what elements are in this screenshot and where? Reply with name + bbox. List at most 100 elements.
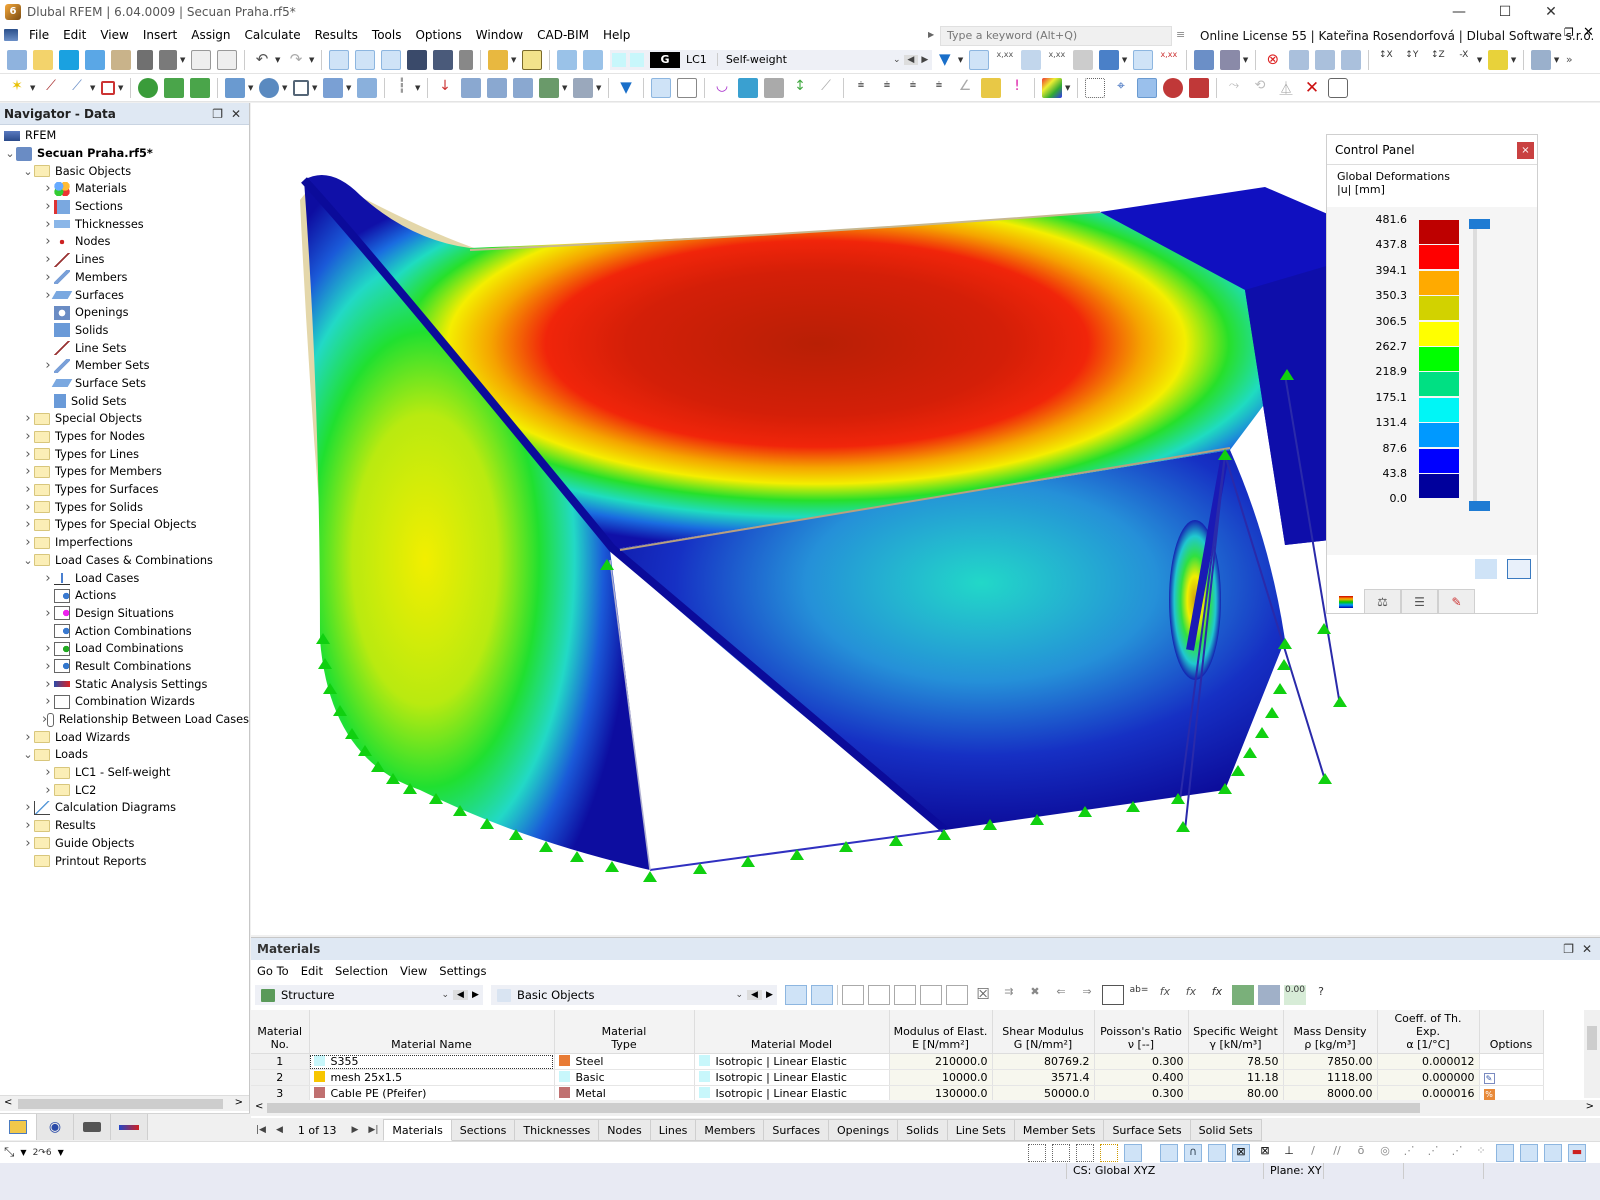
sheet-tab-members[interactable]: Members [696, 1119, 765, 1141]
menu-window[interactable]: Window [469, 24, 530, 46]
move-right-icon[interactable]: ⇒ [1076, 985, 1098, 1005]
search-options-icon[interactable]: ≡ [1176, 28, 1185, 41]
snap-grid-icon[interactable] [1160, 1144, 1178, 1162]
numbering-icon[interactable]: 2↷6 [33, 1148, 52, 1158]
chevron-down-icon[interactable]: ⌄ [890, 55, 904, 65]
show-results-icon[interactable] [968, 49, 989, 70]
sheet-tab-surface-sets[interactable]: Surface Sets [1104, 1119, 1191, 1141]
new-model-icon[interactable] [7, 49, 27, 70]
scale-max-handle[interactable] [1469, 219, 1490, 229]
opening-dropdown-icon[interactable]: ▼ [312, 78, 320, 98]
deformation-values-icon[interactable]: x,xx [1159, 50, 1179, 70]
color-scheme-icon[interactable] [1042, 77, 1062, 98]
panel-restore-icon[interactable]: ❐ [1564, 26, 1574, 39]
table-menu-edit[interactable]: Edit [295, 964, 329, 978]
load-case-edit-icon[interactable] [583, 49, 603, 70]
menu-assign[interactable]: Assign [184, 24, 237, 46]
report-icon[interactable] [191, 49, 211, 70]
support-reactions-icon[interactable] [1020, 49, 1041, 70]
new-opening-icon[interactable] [293, 79, 309, 96]
sheet-tab-materials[interactable]: Materials [383, 1119, 452, 1141]
printout-icon[interactable] [217, 49, 237, 70]
view-y-icon[interactable]: ↕Y [1402, 50, 1422, 70]
work-plane-xy-icon[interactable] [1137, 77, 1157, 98]
scroll-thumb[interactable] [18, 1099, 223, 1109]
polyline-icon[interactable] [101, 80, 115, 95]
navigator-item-printout-reports[interactable]: Printout Reports [0, 852, 249, 870]
app-menu-icon[interactable] [4, 29, 18, 41]
navigator-item-relationship-between-load-cases[interactable]: › Relationship Between Load Cases [0, 711, 249, 729]
options-cell[interactable]: ✎ [1479, 1069, 1544, 1086]
navigator-item-solids[interactable]: Solids [0, 322, 249, 340]
rotate-icon[interactable]: ⟲ [1250, 78, 1270, 98]
info-icon[interactable] [522, 49, 542, 70]
snap-objects-icon[interactable] [1100, 1144, 1118, 1162]
show-grid-icon[interactable] [1496, 1144, 1514, 1162]
sheet-tab-solids[interactable]: Solids [898, 1119, 948, 1141]
navigator-item-static-analysis-settings[interactable]: › Static Analysis Settings [0, 675, 249, 693]
numbering-dropdown-icon[interactable]: ▼ [58, 1148, 64, 1157]
sheet-tab-thicknesses[interactable]: Thicknesses [515, 1119, 600, 1141]
layers-icon[interactable] [1544, 1144, 1562, 1162]
view-iso-icon[interactable] [1288, 49, 1309, 70]
undo-dropdown-icon[interactable]: ▼ [275, 50, 283, 70]
snap-div-icon[interactable]: ⋰ [1448, 1144, 1466, 1162]
thermal-coeff-cell[interactable]: 0.000000 [1377, 1069, 1480, 1086]
member-load-2-icon[interactable] [487, 77, 507, 98]
reaction-values-icon[interactable]: x,xx [1047, 50, 1067, 70]
navigator-item-rfem[interactable]: RFEM [0, 127, 249, 145]
navigator-toggle-icon[interactable] [329, 49, 349, 70]
navigator-item-imperfections[interactable]: › Imperfections [0, 534, 249, 552]
display-dropdown-icon[interactable]: ▼ [1554, 50, 1562, 70]
snap-box-icon[interactable] [1208, 1144, 1226, 1162]
navigator-float-icon[interactable]: ❐ [212, 103, 223, 125]
redo-dropdown-icon[interactable]: ▼ [309, 50, 317, 70]
menu-calculate[interactable]: Calculate [238, 24, 308, 46]
snap-end-icon[interactable]: ⋰ [1424, 1144, 1442, 1162]
navigator-item-loads[interactable]: ⌄ Loads [0, 746, 249, 764]
material-type-cell[interactable]: Steel [554, 1053, 695, 1070]
navigator-item-types-for-members[interactable]: › Types for Members [0, 463, 249, 481]
control-panel-close-button[interactable]: × [1517, 142, 1534, 159]
line-support-icon[interactable] [164, 77, 184, 98]
next-icon[interactable]: ▶ [762, 990, 777, 1000]
column-header[interactable]: Specific Weight γ [kN/m³] [1188, 1010, 1284, 1054]
node-dropdown-icon[interactable]: ▼ [30, 78, 38, 98]
sync-selection-icon[interactable] [785, 985, 807, 1005]
set-dropdown-icon[interactable]: ▼ [346, 78, 354, 98]
tables-toggle-icon[interactable] [355, 49, 375, 70]
delete-row-icon[interactable] [920, 985, 942, 1005]
table-row[interactable]: 2 mesh 25x1.5 Basic Isotropic | Linear Elas… [251, 1069, 1544, 1086]
navigator-tab-results[interactable] [111, 1114, 148, 1140]
scroll-right-icon[interactable]: > [1586, 1101, 1594, 1112]
keyword-search-input[interactable]: Type a keyword (Alt+Q) [940, 26, 1172, 46]
new-load-case-icon[interactable] [557, 49, 577, 70]
menu-insert[interactable]: Insert [136, 24, 184, 46]
table-hscrollbar[interactable]: < > [251, 1100, 1600, 1116]
material-type-cell[interactable]: Basic [554, 1069, 695, 1086]
snap-guide-icon[interactable] [1124, 1144, 1142, 1162]
chevron-right-icon[interactable]: › [42, 677, 54, 692]
navigator-item-load-combinations[interactable]: › Load Combinations [0, 640, 249, 658]
member-dropdown-icon[interactable]: ▼ [90, 78, 98, 98]
visibility-icon[interactable] [1487, 49, 1508, 70]
chevron-right-icon[interactable]: › [22, 836, 34, 851]
result-values-icon[interactable]: x,xx [995, 50, 1015, 70]
options-cell[interactable] [1479, 1053, 1544, 1070]
undo-icon[interactable]: ↶ [252, 50, 272, 70]
minimize-button[interactable]: — [1436, 0, 1482, 24]
surface-dropdown-icon[interactable]: ▼ [248, 78, 256, 98]
view-minus-x-icon[interactable]: -X [1454, 50, 1474, 70]
menu-file[interactable]: File [22, 24, 56, 46]
navigator-item-special-objects[interactable]: › Special Objects [0, 410, 249, 428]
chevron-right-icon[interactable]: › [42, 659, 54, 674]
snap-any-icon[interactable]: ⁘ [1472, 1144, 1490, 1162]
sheet-tab-sections[interactable]: Sections [451, 1119, 516, 1141]
solid-set-icon[interactable] [357, 77, 377, 98]
navigator-item-thicknesses[interactable]: › Thicknesses [0, 215, 249, 233]
block-icon[interactable] [764, 77, 784, 98]
surface-results-dropdown-icon[interactable]: ▼ [1122, 50, 1130, 70]
excel-export-icon[interactable] [1232, 985, 1254, 1005]
previous-load-case-icon[interactable]: ◀ [903, 54, 918, 65]
free-load-icon[interactable] [539, 77, 559, 98]
